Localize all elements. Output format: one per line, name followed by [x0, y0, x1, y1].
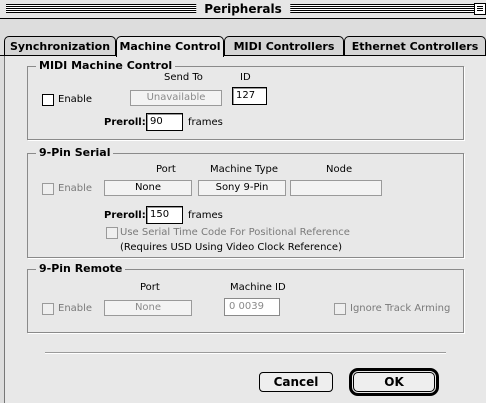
serial-preroll-label: Preroll:	[104, 210, 146, 221]
title-bar[interactable]: Peripherals	[0, 0, 486, 19]
remote-enable-label: Enable	[58, 303, 93, 314]
group-title: MIDI Machine Control	[36, 59, 176, 72]
serial-port-label: Port	[156, 164, 176, 175]
machine-type-popup[interactable]: Sony 9-Pin	[198, 180, 286, 196]
tab-bar: Synchronization Machine Control MIDI Con…	[4, 36, 486, 57]
zoom-box-icon[interactable]	[474, 3, 486, 15]
machine-type-label: Machine Type	[210, 164, 279, 175]
tab-ethernet-controllers[interactable]: Ethernet Controllers	[344, 36, 486, 56]
serial-preroll-field[interactable]: 150	[146, 206, 183, 224]
serial-port-popup[interactable]: None	[104, 180, 192, 196]
machine-id-field[interactable]: 0 0039	[224, 298, 280, 316]
ignore-arming-label: Ignore Track Arming	[350, 303, 451, 314]
remote-enable-checkbox[interactable]	[42, 303, 54, 315]
node-label: Node	[326, 164, 353, 175]
send-to-label: Send To	[164, 72, 203, 83]
tab-synchronization[interactable]: Synchronization	[4, 36, 116, 56]
mmc-preroll-label: Preroll:	[104, 117, 146, 128]
nine-pin-remote-group: 9-Pin Remote Enable Port None Machine ID…	[27, 262, 464, 333]
cancel-button[interactable]: Cancel	[259, 372, 333, 392]
mmc-preroll-field[interactable]: 90	[146, 113, 183, 131]
tab-midi-controllers[interactable]: MIDI Controllers	[224, 36, 344, 56]
group-title: 9-Pin Remote	[36, 262, 126, 275]
remote-port-popup[interactable]: None	[104, 300, 192, 316]
mmc-preroll-unit: frames	[188, 117, 223, 128]
group-title: 9-Pin Serial	[36, 146, 114, 159]
serial-timecode-label: Use Serial Time Code For Positional Refe…	[120, 227, 350, 238]
remote-port-label: Port	[140, 282, 160, 293]
machine-control-panel: MIDI Machine Control Enable Send To Unav…	[4, 56, 486, 403]
serial-preroll-unit: frames	[188, 210, 223, 221]
serial-enable-label: Enable	[58, 183, 93, 194]
id-field[interactable]: 127	[232, 87, 267, 105]
serial-enable-checkbox[interactable]	[42, 183, 54, 195]
serial-timecode-note: (Requires USD Using Video Clock Referenc…	[120, 242, 342, 253]
tab-machine-control[interactable]: Machine Control	[116, 36, 224, 57]
nine-pin-serial-group: 9-Pin Serial Enable Port None Machine Ty…	[27, 146, 464, 258]
serial-timecode-checkbox[interactable]	[106, 227, 118, 239]
node-popup[interactable]	[290, 180, 382, 196]
window-title: Peripherals	[196, 0, 290, 18]
mmc-enable-checkbox[interactable]	[42, 94, 54, 106]
peripherals-window: Peripherals Synchronization Machine Cont…	[0, 0, 486, 403]
divider	[45, 352, 446, 353]
ok-button[interactable]: OK	[349, 368, 439, 396]
machine-id-label: Machine ID	[230, 282, 286, 293]
midi-machine-control-group: MIDI Machine Control Enable Send To Unav…	[27, 59, 464, 140]
mmc-enable-label: Enable	[58, 94, 93, 105]
id-label: ID	[240, 72, 251, 83]
ignore-arming-checkbox[interactable]	[334, 303, 346, 315]
send-to-popup[interactable]: Unavailable	[130, 90, 222, 106]
